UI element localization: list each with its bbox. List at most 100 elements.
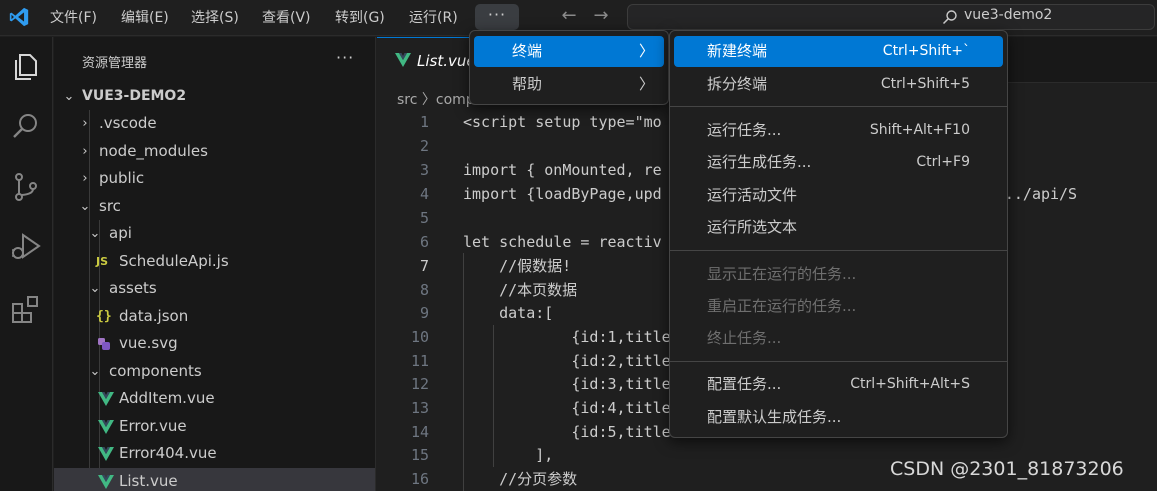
tree-folder-src[interactable]: ⌄ src (54, 193, 375, 220)
code-text: //假数据! (463, 257, 572, 275)
code-text: {id:3,title:' (463, 375, 689, 393)
menu-item-label: 运行所选文本 (707, 218, 798, 236)
terminal-menu-item[interactable]: 新建终端 Ctrl+Shift+` (674, 36, 1003, 67)
menu-item-label: 重启正在运行的任务... (707, 297, 857, 315)
terminal-menu-item[interactable]: 配置任务... Ctrl+Shift+Alt+S (674, 369, 1003, 400)
terminal-menu-item[interactable]: 配置默认生成任务... (674, 402, 1003, 433)
tree-file-additem-vue[interactable]: AddItem.vue (54, 385, 375, 412)
tree-folder-vscode[interactable]: › .vscode (54, 110, 375, 137)
back-arrow-icon[interactable]: ← (557, 4, 581, 28)
vscode-logo-icon (9, 7, 29, 27)
line-number: 16 (410, 470, 429, 488)
code-text: //本页数据 (463, 281, 578, 299)
tree-folder-assets[interactable]: ⌄ assets (54, 275, 375, 302)
sidebar-more-button[interactable]: ··· (336, 48, 354, 67)
menu-file[interactable]: 文件(F) (44, 6, 103, 30)
line-number: 3 (419, 161, 429, 179)
tree-file-data-json[interactable]: {} data.json (54, 303, 375, 330)
code-text: ], (463, 446, 554, 464)
chevron-right-icon: › (82, 171, 88, 186)
json-file-icon: {} (96, 309, 112, 324)
chevron-down-icon: ⌄ (89, 281, 101, 296)
explorer-sidebar: 资源管理器 ··· ⌄ VUE3-DEMO2 › .vscode › node_… (54, 37, 376, 491)
line-number: 11 (410, 352, 429, 370)
code-text: import { onMounted, re (463, 161, 662, 179)
chevron-right-icon: › (82, 116, 88, 131)
code-text: {id:1,title:' (463, 328, 689, 346)
menu-item-label: 显示正在运行的任务... (707, 265, 857, 283)
vue-file-icon (98, 447, 114, 461)
line-number: 12 (410, 375, 429, 393)
menu-run[interactable]: 运行(R) (403, 6, 464, 30)
tree-file-list-vue[interactable]: List.vue (54, 468, 375, 491)
tree-folder-api[interactable]: ⌄ api (54, 220, 375, 247)
terminal-menu-item[interactable]: 运行生成任务... Ctrl+F9 (674, 147, 1003, 178)
terminal-menu-item[interactable]: 运行任务... Shift+Alt+F10 (674, 115, 1003, 146)
menu-item-help[interactable]: 帮助 〉 (474, 69, 664, 100)
vue-file-icon (98, 475, 114, 489)
menu-separator (670, 106, 1007, 107)
search-icon (942, 10, 957, 25)
chevron-right-icon: › (82, 144, 88, 159)
line-number: 4 (419, 185, 429, 203)
terminal-menu-item[interactable]: 拆分终端 Ctrl+Shift+5 (674, 69, 1003, 100)
terminal-menu-item: 终止任务... (674, 323, 1003, 354)
terminal-submenu: 新建终端 Ctrl+Shift+` 拆分终端 Ctrl+Shift+5 运行任务... S… (669, 30, 1008, 438)
tree-root-vue3-demo2[interactable]: ⌄ VUE3-DEMO2 (54, 83, 375, 110)
code-text: data:[ (463, 304, 554, 322)
line-number: 14 (410, 423, 429, 441)
tree-folder-node-modules[interactable]: › node_modules (54, 138, 375, 165)
breadcrumb[interactable]: src 〉comp (397, 89, 475, 109)
code-text: <script setup type="mo (463, 113, 662, 131)
svg-file-icon (98, 338, 110, 350)
search-icon[interactable] (9, 109, 43, 143)
menu-item-label: 配置任务... (707, 375, 782, 393)
tree-file-vue-svg[interactable]: vue.svg (54, 330, 375, 357)
menu-item-shortcut: Shift+Alt+F10 (869, 122, 970, 138)
menu-item-label: 运行任务... (707, 121, 782, 139)
line-number: 13 (410, 399, 429, 417)
line-number: 10 (410, 328, 429, 346)
chevron-down-icon: ⌄ (89, 364, 101, 379)
line-number: 6 (419, 233, 429, 251)
tree-folder-components[interactable]: ⌄ components (54, 358, 375, 385)
explorer-icon[interactable] (9, 50, 43, 84)
tree-file-scheduleapi[interactable]: JS ScheduleApi.js (54, 248, 375, 275)
extensions-icon[interactable] (9, 292, 43, 326)
menu-item-terminal[interactable]: 终端 〉 (474, 36, 664, 67)
tree-folder-public[interactable]: › public (54, 165, 375, 192)
menu-item-label: 终止任务... (707, 329, 782, 347)
run-debug-icon[interactable] (9, 230, 43, 264)
source-control-icon[interactable] (9, 170, 43, 204)
command-center-search[interactable]: vue3-demo2 (627, 4, 1155, 30)
tree-file-error-vue[interactable]: Error.vue (54, 413, 375, 440)
chevron-right-icon: 〉 (638, 75, 654, 93)
javascript-file-icon: JS (96, 255, 109, 268)
watermark: CSDN @2301_81873206 (890, 458, 1124, 480)
menu-separator (670, 361, 1007, 362)
menu-selection[interactable]: 选择(S) (185, 6, 245, 30)
menu-item-label: 拆分终端 (707, 75, 768, 93)
sidebar-title: 资源管理器 (82, 56, 148, 71)
vue-file-icon (98, 392, 114, 406)
line-number: 2 (419, 137, 429, 155)
line-number: 5 (419, 209, 429, 227)
more-menu-dropdown: 终端 〉 帮助 〉 (469, 30, 669, 105)
menu-separator (670, 250, 1007, 251)
menu-goto[interactable]: 转到(G) (329, 6, 391, 30)
more-menu-button[interactable]: ··· (475, 4, 519, 30)
vue-file-icon (395, 53, 411, 67)
terminal-menu-item[interactable]: 运行所选文本 (674, 212, 1003, 243)
chevron-right-icon: 〉 (638, 42, 654, 60)
menu-item-label: 新建终端 (707, 42, 768, 60)
menu-item-shortcut: Ctrl+F9 (916, 154, 970, 170)
vue-file-icon (98, 420, 114, 434)
menu-view[interactable]: 查看(V) (256, 6, 317, 30)
line-number: 15 (410, 446, 429, 464)
forward-arrow-icon[interactable]: → (589, 4, 613, 28)
menu-item-shortcut: Ctrl+Shift+5 (880, 76, 970, 92)
menu-item-label: 运行生成任务... (707, 153, 812, 171)
terminal-menu-item[interactable]: 运行活动文件 (674, 180, 1003, 211)
tree-file-error404-vue[interactable]: Error404.vue (54, 440, 375, 467)
menu-edit[interactable]: 编辑(E) (115, 6, 175, 30)
